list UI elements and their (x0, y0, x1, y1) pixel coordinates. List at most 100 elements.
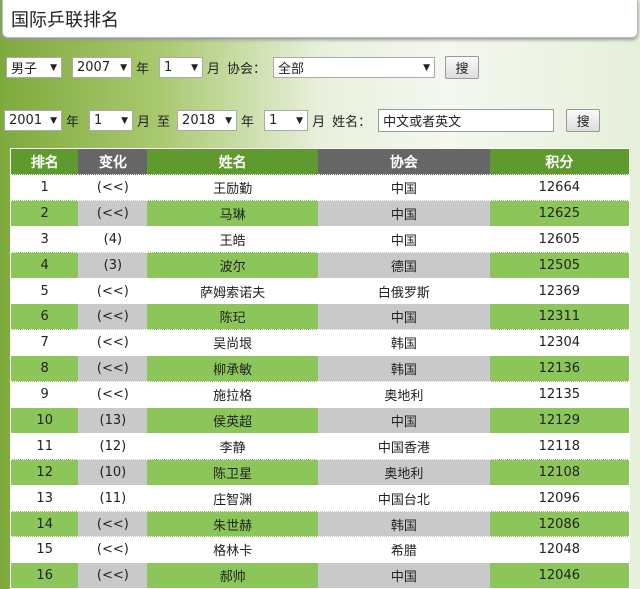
header-points[interactable]: 积分 (489, 148, 630, 175)
association-cell: 韩国 (317, 329, 490, 356)
rank-cell: 9 (10, 381, 79, 408)
rank-cell: 12 (10, 458, 79, 486)
player-name-cell: 柳承敏 (147, 355, 318, 382)
player-name-cell: 郝帅 (147, 562, 318, 589)
change-cell: (12) (78, 432, 148, 460)
name-label: 姓名： (332, 115, 372, 130)
from-year-select[interactable]: 2001 ▼ (4, 110, 62, 131)
to-year-value: 2018 (182, 113, 216, 128)
table-row: 10 (13) 侯英超 中国 12129 (10, 407, 630, 434)
header-name[interactable]: 姓名 (147, 148, 318, 175)
table-row: 2 (<<) 马琳 中国 12625 (10, 199, 630, 227)
association-cell: 中国 (317, 199, 490, 227)
points-cell: 12625 (489, 199, 630, 227)
points-cell: 12605 (489, 225, 630, 253)
association-cell: 中国 (317, 303, 490, 330)
from-month-value: 1 (94, 113, 103, 128)
table-row: 3 (4) 王皓 中国 12605 (10, 225, 630, 253)
table-row: 13 (11) 庄智渊 中国台北 12096 (10, 484, 630, 512)
year-select[interactable]: 2007 ▼ (72, 57, 132, 78)
points-cell: 12048 (489, 536, 630, 563)
points-cell: 12096 (489, 484, 630, 512)
player-name-cell: 李静 (147, 432, 318, 460)
table-row: 1 (<<) 王励勤 中国 12664 (10, 174, 630, 201)
player-name-cell: 王皓 (147, 225, 318, 253)
name-input[interactable]: 中文或者英文 (378, 109, 555, 132)
chevron-down-icon: ▼ (225, 115, 233, 126)
player-name-cell: 陈卫星 (147, 458, 318, 486)
header-association[interactable]: 协会 (317, 148, 490, 175)
table-row: 12 (10) 陈卫星 奥地利 12108 (10, 458, 630, 486)
points-cell: 12369 (489, 277, 630, 304)
from-year-value: 2001 (9, 113, 43, 128)
player-name-cell: 陈玘 (147, 303, 318, 330)
month-select[interactable]: 1 ▼ (159, 57, 204, 78)
to-label: 至 (157, 115, 171, 130)
from-month-select[interactable]: 1 ▼ (89, 110, 134, 131)
table-row: 7 (<<) 吴尚垠 韩国 12304 (10, 329, 630, 356)
association-cell: 中国 (317, 562, 490, 589)
player-name-cell: 庄智渊 (147, 484, 318, 512)
association-cell: 希腊 (317, 536, 490, 563)
change-cell: (13) (78, 407, 148, 434)
player-name-cell: 朱世赫 (147, 510, 318, 537)
table-row: 11 (12) 李静 中国香港 12118 (10, 432, 630, 460)
to-year-select[interactable]: 2018 ▼ (177, 110, 238, 131)
month-value: 1 (164, 60, 173, 75)
rank-cell: 3 (10, 225, 79, 253)
change-cell: (<<) (78, 174, 148, 201)
chevron-down-icon: ▼ (296, 115, 304, 126)
change-cell: (<<) (78, 510, 148, 537)
points-cell: 12118 (489, 432, 630, 460)
change-cell: (<<) (78, 381, 148, 408)
points-cell: 12311 (489, 303, 630, 330)
association-cell: 中国香港 (317, 432, 490, 460)
points-cell: 12086 (489, 510, 630, 537)
player-name-cell: 侯英超 (147, 407, 318, 434)
table-row: 9 (<<) 施拉格 奥地利 12135 (10, 381, 630, 408)
table-row: 14 (<<) 朱世赫 韩国 12086 (10, 510, 630, 537)
points-cell: 12129 (489, 407, 630, 434)
table-row: 5 (<<) 萨姆索诺夫 白俄罗斯 12369 (10, 277, 630, 304)
change-cell: (<<) (78, 199, 148, 227)
page-title: 国际乒联排名 (2, 0, 638, 38)
change-cell: (<<) (78, 329, 148, 356)
header-rank[interactable]: 排名 (10, 148, 79, 175)
change-cell: (<<) (78, 536, 148, 563)
association-value: 全部 (278, 62, 305, 77)
change-cell: (10) (78, 458, 148, 486)
to-month-select[interactable]: 1 ▼ (264, 110, 309, 131)
rank-cell: 14 (10, 510, 79, 537)
header-change[interactable]: 变化 (78, 148, 148, 175)
search-button[interactable]: 搜 (445, 56, 480, 79)
rank-cell: 4 (10, 251, 79, 279)
chevron-down-icon: ▼ (423, 62, 431, 73)
rank-cell: 7 (10, 329, 79, 356)
search-button[interactable]: 搜 (566, 109, 601, 132)
rank-cell: 8 (10, 355, 79, 382)
association-cell: 白俄罗斯 (317, 277, 490, 304)
chevron-down-icon: ▼ (191, 62, 199, 73)
points-cell: 12664 (489, 174, 630, 201)
player-name-cell: 马琳 (147, 199, 318, 227)
player-name-cell: 施拉格 (147, 381, 318, 408)
player-name-cell: 王励勤 (147, 174, 318, 201)
gender-select[interactable]: 男子 ▼ (6, 57, 62, 78)
table-row: 4 (3) 波尔 德国 12505 (10, 251, 630, 279)
table-row: 8 (<<) 柳承敏 韩国 12136 (10, 355, 630, 382)
association-select[interactable]: 全部 ▼ (273, 57, 436, 78)
rank-cell: 2 (10, 199, 79, 227)
year-label: 年 (136, 62, 150, 77)
association-cell: 中国 (317, 407, 490, 434)
player-name-cell: 吴尚垠 (147, 329, 318, 356)
to-month-value: 1 (269, 113, 278, 128)
association-cell: 韩国 (317, 510, 490, 537)
points-cell: 12505 (489, 251, 630, 279)
points-cell: 12136 (489, 355, 630, 382)
chevron-down-icon: ▼ (50, 62, 57, 73)
month-label: 月 (207, 62, 221, 77)
ranking-table: 排名 变化 姓名 协会 积分 1 (<<) 王励勤 中国 12664 2 (<<) 马琳 中国 1… (10, 148, 630, 589)
year-label: 年 (241, 115, 255, 130)
points-cell: 12135 (489, 381, 630, 408)
month-label: 月 (137, 115, 151, 130)
